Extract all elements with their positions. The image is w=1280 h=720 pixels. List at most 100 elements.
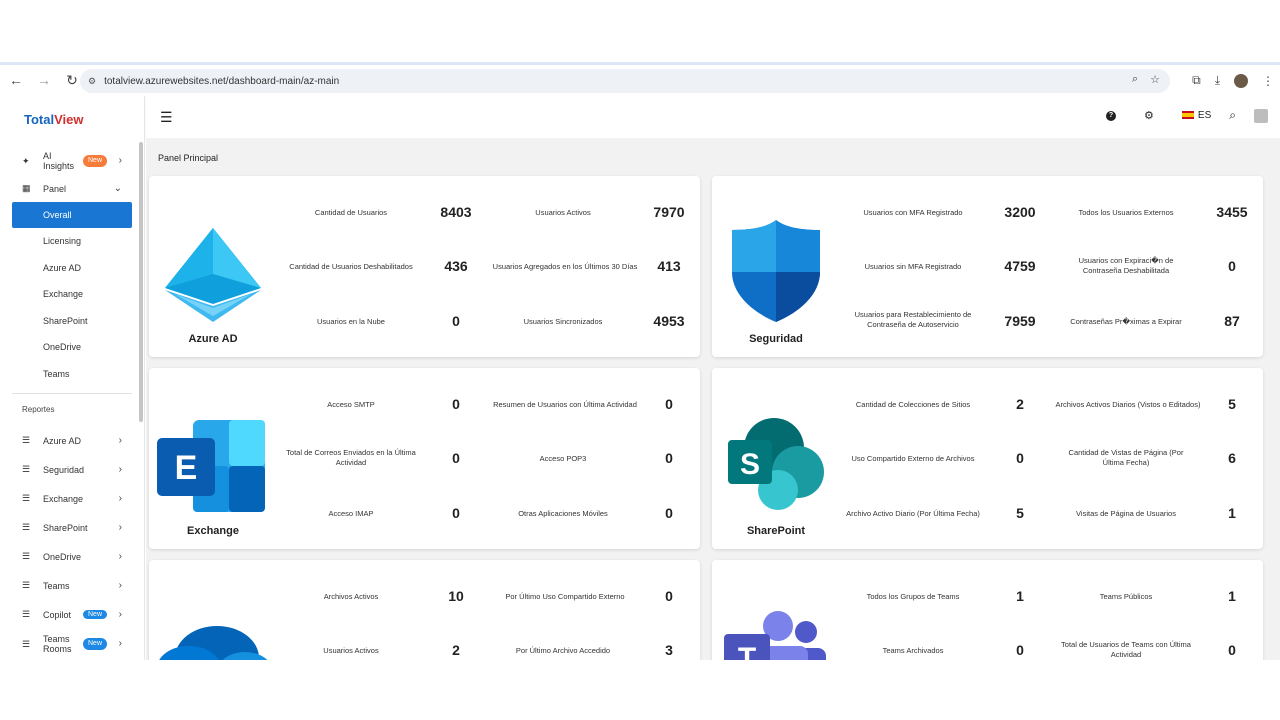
metric-value: 6 [1228,450,1236,466]
metric-label: Cantidad de Vistas de Página (Por Última… [1068,448,1184,467]
chevron-right-icon: › [118,522,122,533]
page-title: Panel Principal [158,153,219,163]
azure-ad-card[interactable]: Azure AD Cantidad de Usuarios 8403 Usuar… [149,176,700,357]
report-item-seguridad[interactable]: ☰ Seguridad › [0,455,144,484]
chevron-right-icon: › [118,551,122,562]
sidebar-item-teams[interactable]: Teams [0,361,144,388]
report-item-onedrive[interactable]: ☰ OneDrive › [0,542,144,571]
report-item-teams-rooms[interactable]: ☰ Teams Rooms New › [0,629,144,658]
report-item-copilot[interactable]: ☰ Copilot New › [0,600,144,629]
metric-label: Teams Públicos [1099,592,1153,601]
bottom-margin [0,660,1280,720]
metric-value: 0 [452,505,460,521]
exchange-title: Exchange [187,525,239,537]
metric-value: 436 [444,258,468,274]
address-bar[interactable]: ⚙ totalview.azurewebsites.net/dashboard-… [80,69,1170,93]
report-item-exchange[interactable]: ☰ Exchange › [0,484,144,513]
sharepoint-icon: S [728,418,824,510]
metric-value: 1 [1228,505,1236,521]
metric-label: Usuarios Sincronizados [523,317,603,326]
metric-value: 10 [448,588,464,604]
chevron-down-icon: ⌄ [113,183,122,194]
onedrive-card[interactable]: Archivos Activos 10 Por Último Uso Compa… [149,560,700,660]
settings-gear-icon[interactable]: ⚙ [1144,109,1154,122]
svg-text:E: E [175,449,198,487]
reports-section-title: Reportes [22,404,55,414]
hamburger-menu-icon[interactable]: ☰ [160,109,173,126]
azure-ad-title: Azure AD [188,333,238,345]
svg-text:T: T [738,642,756,660]
metric-value: 0 [665,588,673,604]
app-header: ☰ ? ⚙ ES ⌕ [146,96,1280,138]
metric-value: 4953 [653,313,685,329]
help-icon[interactable]: ? [1106,110,1117,121]
chevron-right-icon: › [118,580,122,591]
forward-icon[interactable]: → [32,72,56,89]
exchange-logo: E [149,368,277,549]
sidebar-item-licensing[interactable]: Licensing [0,228,144,255]
report-item-teams[interactable]: ☰ Teams › [0,571,144,600]
sidebar-item-ai-insights[interactable]: ✦ AI Insights New › [0,146,144,175]
metric-label: Total de Correos Enviados en la Última A… [286,448,416,467]
seguridad-title: Seguridad [749,333,803,345]
list-icon: ☰ [22,638,31,649]
metric-label: Uso Compartido Externo de Archivos [851,454,975,463]
bookmark-star-icon[interactable]: ☆ [1150,73,1160,86]
teams-logo: T [712,560,840,660]
metric-label: Usuarios con Expiraci�n de Contraseña De… [1078,256,1174,275]
sharepoint-title: SharePoint [746,525,806,537]
list-icon: ☰ [22,522,31,532]
sidebar-item-exchange[interactable]: Exchange [0,281,144,308]
sidebar-item-azure-ad[interactable]: Azure AD [0,255,144,282]
list-icon: ☰ [22,435,31,445]
report-item-azure-ad[interactable]: ☰ Azure AD › [0,426,144,455]
chevron-right-icon: › [118,464,122,475]
totalview-logo[interactable]: Total View [0,96,144,142]
metric-label: Total de Usuarios de Teams con Última Ac… [1061,640,1191,659]
browser-menu-icon[interactable]: ⋮ [1262,74,1274,88]
metric-value: 8403 [440,204,472,220]
exchange-card[interactable]: E Exchange Acceso SMTP 0 Resumen de Usua… [149,368,700,549]
site-info-icon[interactable]: ⚙ [88,76,96,87]
back-icon[interactable]: ← [4,72,28,89]
metric-label: Cantidad de Usuarios [314,208,388,217]
sidebar-scrollbar[interactable] [139,142,143,422]
azure-ad-logo [149,176,277,357]
teams-icon: T [724,611,826,660]
spain-flag-icon [1181,111,1194,120]
seguridad-card[interactable]: Seguridad Usuarios con MFA Registrado 32… [712,176,1263,357]
sharepoint-card[interactable]: S SharePoint Cantidad de Colecciones de … [712,368,1263,549]
search-icon[interactable]: ⌕ [1229,108,1236,123]
download-icon[interactable]: ⤓ [1215,73,1220,88]
browser-profile-avatar[interactable] [1234,73,1248,88]
metric-label: Por Último Archivo Accedido [515,646,611,655]
onedrive-cloud-icon [159,626,268,660]
metric-value: 0 [665,450,673,466]
extensions-icon[interactable]: ⧉ [1192,73,1201,88]
metric-label: Teams Archivados [882,646,944,655]
list-icon: ☰ [22,493,31,503]
metric-value: 0 [452,396,460,412]
onedrive-logo [149,560,277,660]
sidebar-item-onedrive[interactable]: OneDrive [0,334,144,361]
teams-card[interactable]: T Todos los Grupos de Teams 1 Teams Públ… [712,560,1263,660]
metric-label: Visitas de Página de Usuarios [1076,509,1176,518]
browser-toolbar: ← → ↻ ⚙ totalview.azurewebsites.net/dash… [0,62,1280,96]
main-content: Panel Principal Azure AD Cantidad de Usu… [146,138,1280,660]
dashboard-icon: ▦ [22,183,31,193]
metric-value: 5 [1016,505,1024,521]
metric-value: 1 [1016,588,1024,604]
language-selector[interactable]: ES [1181,110,1211,121]
report-item-sharepoint[interactable]: ☰ SharePoint › [0,513,144,542]
metric-label: Otras Aplicaciones Móviles [518,509,608,518]
metric-label: Archivos Activos Diarios (Vistos o Edita… [1055,400,1201,409]
metric-value: 0 [1228,258,1236,274]
metric-value: 4759 [1004,258,1036,274]
metric-label: Resumen de Usuarios con Última Actividad [493,400,637,409]
sidebar-item-panel[interactable]: ▦ Panel ⌄ [0,175,144,202]
user-avatar-icon[interactable] [1254,108,1268,123]
sidebar-item-sharepoint[interactable]: SharePoint [0,308,144,335]
metric-value: 0 [665,396,673,412]
zoom-icon[interactable]: ⌕ [1132,73,1138,86]
sidebar-item-overall[interactable]: Overall [12,202,132,228]
